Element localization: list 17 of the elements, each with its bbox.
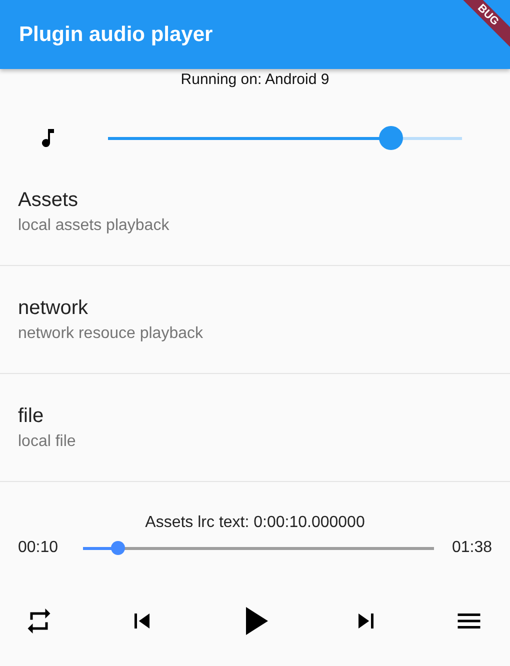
item-title: network <box>18 296 90 320</box>
item-title: file <box>18 404 45 428</box>
slider-thumb[interactable] <box>379 126 404 150</box>
item-title: Assets <box>18 188 80 212</box>
list-item[interactable]: Assets local assets playback <box>0 158 510 266</box>
item-subtitle: local assets playback <box>18 216 170 236</box>
list-item[interactable]: file local file <box>0 374 510 482</box>
music-note-icon <box>42 129 54 147</box>
app-title: Plugin audio player <box>19 22 213 46</box>
list-item[interactable]: network network resouce playback <box>0 266 510 374</box>
lyrics-text: Assets lrc text: 0:00:10.000000 <box>145 514 365 531</box>
duration-time: 01:38 <box>452 539 492 557</box>
item-subtitle: network resouce playback <box>18 324 204 344</box>
slider-thumb[interactable] <box>111 541 126 555</box>
item-subtitle: local file <box>18 432 77 452</box>
elapsed-time: 00:10 <box>18 539 58 557</box>
platform-text: Running on: Android 9 <box>180 71 330 88</box>
